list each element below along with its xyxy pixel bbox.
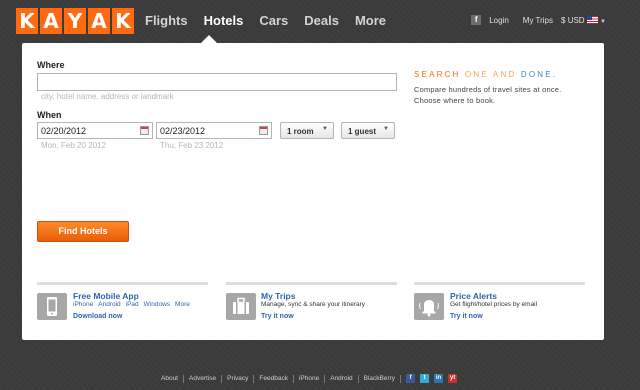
nav-cars[interactable]: Cars [259,13,288,28]
nav-hotels[interactable]: Hotels [204,13,244,28]
footer-iphone[interactable]: iPhone [294,374,326,383]
where-label: Where [37,60,65,70]
tagline-part: SEARCH [414,70,461,79]
linkedin-icon[interactable]: in [434,374,444,383]
logo-letter: A [40,8,62,34]
tagline-part: AND [492,70,517,79]
footer-about[interactable]: About [156,374,184,383]
nav-deals[interactable]: Deals [304,13,339,28]
checkout-date-value: 02/23/2012 [160,126,206,136]
hotel-search-panel: Where city, hotel name, address or landm… [22,43,604,340]
tagline: SEARCH ONE AND DONE. [414,70,557,79]
account-links: f Login My Trips $ USD ▼ [471,15,606,25]
us-flag-icon [586,16,598,25]
main-nav: Flights Hotels Cars Deals More [145,13,386,28]
link-android[interactable]: Android [98,301,120,308]
kayak-logo[interactable]: K A Y A K [16,8,134,34]
currency-label: $ USD [561,15,585,25]
promo-alerts-subtitle: Get flight/hotel prices by email [450,301,538,308]
logo-letter: A [88,8,110,34]
guests-value: 1 guest [348,127,377,136]
facebook-icon[interactable]: f [406,374,416,383]
rooms-select[interactable]: 1 room ▼ [280,122,334,139]
logo-letter: Y [64,8,86,34]
checkin-date-input[interactable]: 02/20/2012 [37,122,153,139]
footer-blackberry[interactable]: BlackBerry [359,374,402,383]
promo-alerts-title[interactable]: Price Alerts [450,291,497,301]
promo-trips-subtitle: Manage, sync & share your itinerary [261,301,366,308]
youtube-icon[interactable]: yt [448,374,458,383]
footer-feedback[interactable]: Feedback [254,374,294,383]
bell-icon [414,293,444,320]
logo-letter: K [16,8,38,34]
mobile-phone-icon [37,293,67,320]
link-more[interactable]: More [175,301,190,308]
nav-more[interactable]: More [355,13,386,28]
where-input[interactable] [37,73,397,91]
trips-try-link[interactable]: Try it now [261,313,294,320]
my-trips-link[interactable]: My Trips [523,16,553,25]
footer-privacy[interactable]: Privacy [222,374,255,383]
currency-selector[interactable]: $ USD ▼ [561,16,606,25]
chevron-down-icon: ▼ [600,18,606,25]
tagline-part: ONE [464,70,489,79]
tagline-description: Compare hundreds of travel sites at once… [414,84,561,106]
calendar-icon[interactable] [259,126,268,135]
when-label: When [37,110,62,120]
find-hotels-button[interactable]: Find Hotels [37,221,129,242]
link-windows[interactable]: Windows [144,301,170,308]
checkin-date-value: 02/20/2012 [41,126,87,136]
tagline-line: Compare hundreds of travel sites at once… [414,85,562,94]
calendar-icon[interactable] [140,126,149,135]
suitcase-icon [226,293,256,320]
tagline-part: DONE. [520,70,558,79]
nav-flights[interactable]: Flights [145,13,188,28]
guests-select[interactable]: 1 guest ▼ [341,122,395,139]
chevron-down-icon: ▼ [383,126,389,132]
checkout-hint: Thu, Feb 23 2012 [160,141,224,150]
promo-divider [414,282,585,285]
mobile-platform-links: iPhone Android iPad Windows More [73,301,190,308]
link-ipad[interactable]: iPad [126,301,139,308]
checkout-date-input[interactable]: 02/23/2012 [156,122,272,139]
checkin-hint: Mon, Feb 20 2012 [41,141,106,150]
promo-trips-title[interactable]: My Trips [261,291,295,301]
rooms-value: 1 room [287,127,314,136]
login-link[interactable]: Login [489,16,509,25]
footer-advertise[interactable]: Advertise [184,374,223,383]
footer-android[interactable]: Android [325,374,359,383]
facebook-icon[interactable]: f [471,15,482,25]
link-iphone[interactable]: iPhone [73,301,93,308]
where-hint: city, hotel name, address or landmark [41,92,174,101]
twitter-icon[interactable]: t [420,374,430,383]
footer-links: About Advertise Privacy Feedback iPhone … [156,374,458,383]
promo-divider [37,282,208,285]
tagline-line: Choose where to book. [414,96,496,105]
chevron-down-icon: ▼ [322,126,328,132]
logo-letter: K [112,8,134,34]
promo-mobile-title[interactable]: Free Mobile App [73,291,139,301]
download-now-link[interactable]: Download now [73,313,122,320]
alerts-try-link[interactable]: Try it now [450,313,483,320]
promo-divider [226,282,397,285]
